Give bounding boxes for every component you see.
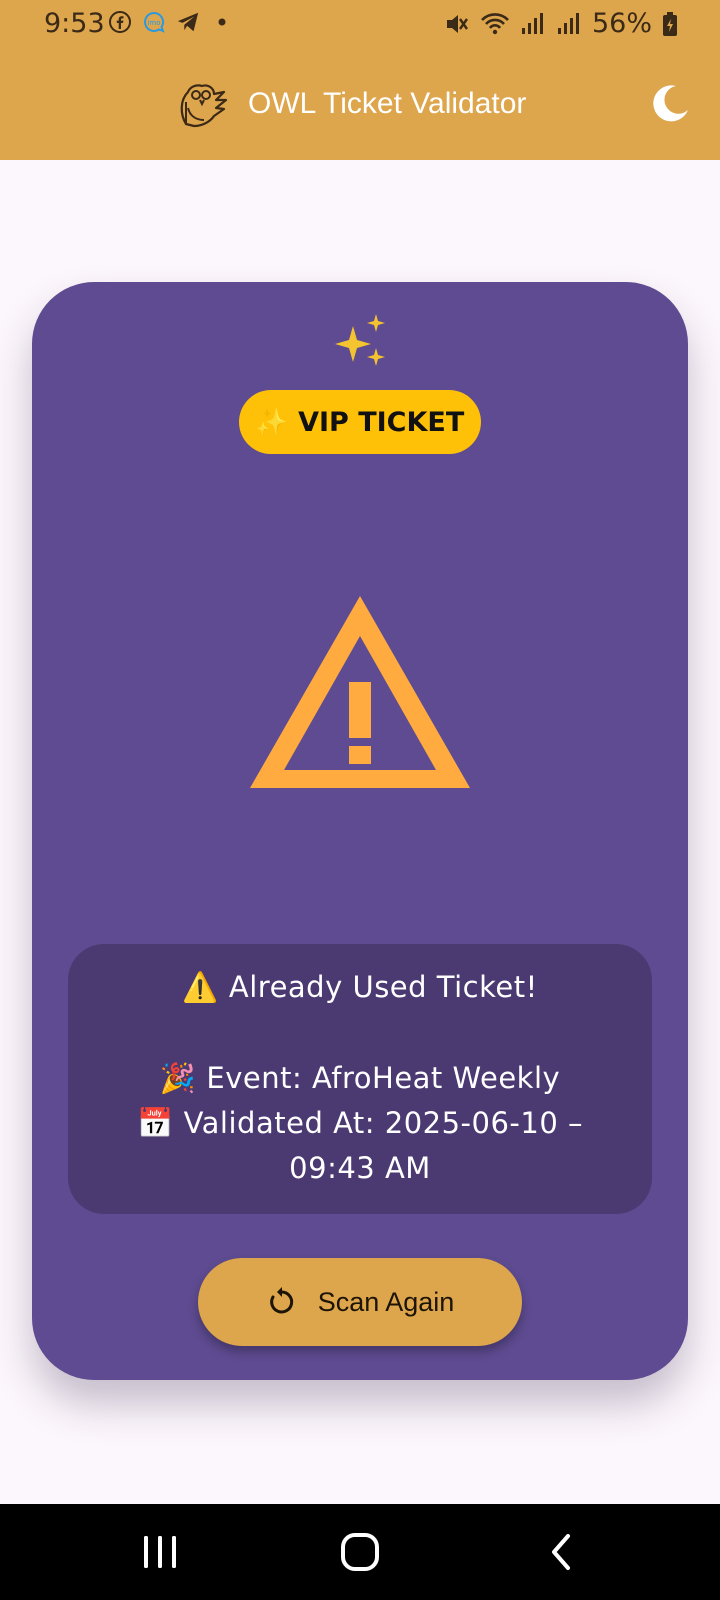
- owl-logo-icon: [176, 78, 228, 130]
- signal-icon: [520, 11, 546, 37]
- sparkle-emoji: ✨: [255, 406, 289, 437]
- calendar-emoji: 📅: [136, 1106, 174, 1140]
- svg-text:imo: imo: [147, 19, 160, 27]
- status-message: ⚠️ Already Used Ticket!: [68, 964, 652, 1010]
- system-nav-bar: [0, 1504, 720, 1600]
- app-bar: OWL Ticket Validator: [0, 52, 720, 160]
- status-time: 9:53: [44, 8, 105, 39]
- notification-icons: imo: [108, 10, 234, 34]
- vip-badge: ✨ VIP TICKET: [239, 390, 481, 454]
- validated-time: 09:43 AM: [289, 1151, 431, 1185]
- party-popper-emoji: 🎉: [159, 1061, 197, 1095]
- status-bar: 9:53 imo 56%: [0, 0, 720, 52]
- wifi-icon: [480, 11, 510, 37]
- signal-icon: [556, 11, 582, 37]
- ticket-result-card: ✨ VIP TICKET ⚠️ Already Used Ticket! 🎉 Eve…: [32, 282, 688, 1380]
- warning-emoji: ⚠️: [182, 970, 219, 1004]
- battery-icon: [662, 11, 678, 37]
- vip-badge-label: VIP TICKET: [298, 406, 465, 438]
- moon-icon[interactable]: [650, 82, 692, 124]
- refresh-icon: [269, 1287, 293, 1314]
- facebook-icon: [108, 10, 132, 34]
- scan-again-label: Scan Again: [317, 1286, 455, 1317]
- top-bar: 9:53 imo 56% OWL Ticket Validator: [0, 0, 720, 160]
- mute-icon: [444, 11, 470, 37]
- warning-triangle-icon: [248, 592, 472, 792]
- validated-line: 📅 Validated At: 2025-06-10 –: [68, 1100, 652, 1146]
- recents-icon[interactable]: [138, 1530, 182, 1574]
- event-text: Event: AfroHeat Weekly: [206, 1061, 561, 1095]
- event-line: 🎉 Event: AfroHeat Weekly: [68, 1055, 652, 1101]
- imo-icon: imo: [142, 10, 166, 34]
- battery-percent: 56%: [591, 8, 652, 39]
- back-icon[interactable]: [540, 1530, 584, 1574]
- validated-text: Validated At: 2025-06-10 –: [183, 1106, 584, 1140]
- app-title: OWL Ticket Validator: [248, 87, 527, 120]
- telegram-icon: [176, 10, 200, 34]
- dot-icon: [210, 10, 234, 34]
- scan-again-button[interactable]: Scan Again: [198, 1258, 522, 1346]
- system-status-icons: 56%: [444, 8, 678, 39]
- home-icon[interactable]: [338, 1530, 382, 1574]
- sparkles-icon: [331, 312, 391, 372]
- status-text: Already Used Ticket!: [228, 970, 538, 1004]
- ticket-info-box: ⚠️ Already Used Ticket! 🎉 Event: AfroHeat …: [68, 944, 652, 1214]
